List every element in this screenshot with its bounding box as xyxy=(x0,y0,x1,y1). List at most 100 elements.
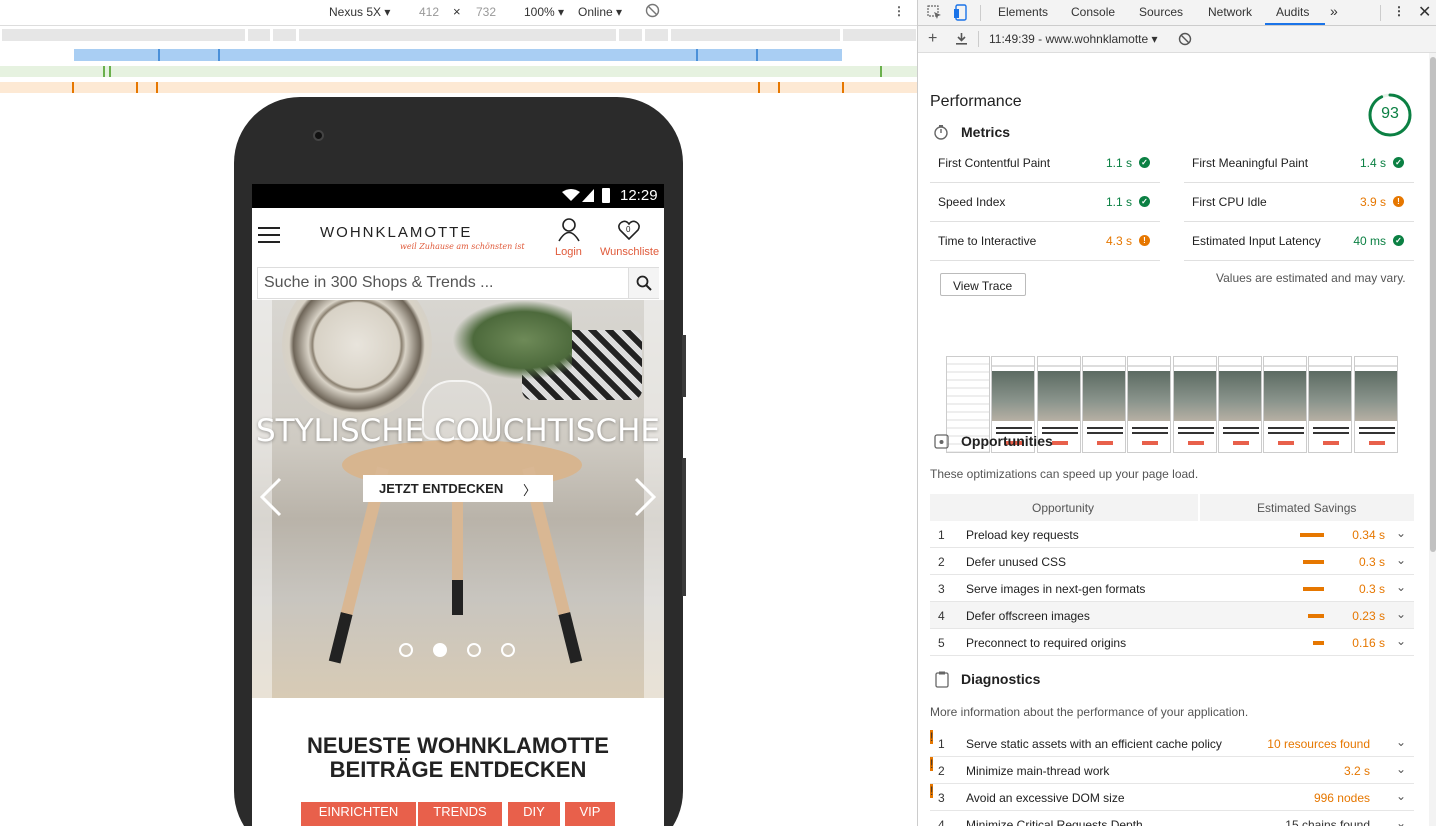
hero-cta-button[interactable]: JETZT ENTDECKEN 〉 xyxy=(363,475,553,502)
device-toggle-icon[interactable] xyxy=(953,4,967,24)
chevron-down-icon[interactable]: ⌄ xyxy=(1396,735,1406,749)
chevron-down-icon[interactable]: ⌄ xyxy=(1396,816,1406,826)
clear-icon[interactable] xyxy=(1178,32,1192,49)
chevron-down-icon[interactable]: ⌄ xyxy=(1396,634,1406,648)
divider xyxy=(840,29,843,41)
tab-sources[interactable]: Sources xyxy=(1139,5,1183,19)
scrollbar-thumb[interactable] xyxy=(1430,57,1436,552)
category-button-trends[interactable]: TRENDS xyxy=(418,802,502,826)
chevron-down-icon[interactable]: ⌄ xyxy=(1396,762,1406,776)
device-select-label: Nexus 5X xyxy=(329,5,382,19)
carousel-dot[interactable] xyxy=(501,643,515,657)
chevron-down-icon[interactable]: ⌄ xyxy=(1396,789,1406,803)
row-number: 1 xyxy=(938,737,945,751)
more-options-icon[interactable]: ⋮ xyxy=(893,4,905,18)
inspect-element-icon[interactable] xyxy=(927,5,942,23)
devtools-menu-icon[interactable]: ⋮ xyxy=(1393,4,1405,18)
user-icon[interactable] xyxy=(558,218,580,245)
diagnostic-row[interactable]: 3 Avoid an excessive DOM size 996 nodes ⌄! xyxy=(930,784,1414,811)
carousel-prev-icon[interactable] xyxy=(258,477,284,520)
device-width-input[interactable]: 412 xyxy=(419,5,439,19)
decor-plant xyxy=(452,300,572,380)
tab-elements[interactable]: Elements xyxy=(998,5,1048,19)
metric-row: First CPU Idle 3.9 s! xyxy=(1184,183,1414,222)
carousel-dot[interactable] xyxy=(399,643,413,657)
opportunity-row[interactable]: 3 Serve images in next-gen formats 0.3 s ⌄ xyxy=(930,575,1414,602)
toolbar-divider xyxy=(978,31,979,47)
category-button-vip[interactable]: VIP xyxy=(565,802,615,826)
opportunity-row[interactable]: 4 Defer offscreen images 0.23 s ⌄ xyxy=(930,602,1414,629)
tab-audits[interactable]: Audits xyxy=(1276,5,1309,19)
media-query-bars xyxy=(0,26,917,96)
view-trace-button[interactable]: View Trace xyxy=(940,273,1026,296)
device-height-input[interactable]: 732 xyxy=(476,5,496,19)
network-select[interactable]: Online ▾ xyxy=(578,5,622,19)
metric-value: 40 ms xyxy=(1353,234,1386,248)
media-bar-gray[interactable] xyxy=(2,29,916,41)
search-input[interactable]: Suche in 300 Shops & Trends ... xyxy=(264,274,493,292)
search-button[interactable] xyxy=(628,268,659,298)
metric-value: 4.3 s xyxy=(1105,234,1132,248)
category-button-diy[interactable]: DIY xyxy=(508,802,560,826)
more-tabs-icon[interactable]: » xyxy=(1330,3,1338,19)
report-select-label: 11:49:39 - www.wohnklamotte xyxy=(989,32,1149,46)
devtools-panel: Elements Console Sources Network Audits … xyxy=(917,0,1436,826)
diagnostics-icon xyxy=(934,671,950,691)
filmstrip-frame xyxy=(1353,356,1398,453)
signal-icon xyxy=(582,189,594,205)
tab-console[interactable]: Console xyxy=(1071,5,1115,19)
performance-score: 93 xyxy=(1381,105,1399,122)
scrollbar-track[interactable] xyxy=(1429,53,1436,826)
diagnostic-value: 10 resources found xyxy=(1267,737,1370,751)
diagnostics-title: Diagnostics xyxy=(961,671,1041,687)
close-icon[interactable]: ✕ xyxy=(1418,2,1431,22)
section-title-line: BEITRÄGE ENTDECKEN xyxy=(329,757,587,782)
device-select[interactable]: Nexus 5X ▾ xyxy=(329,5,390,19)
chevron-down-icon[interactable]: ⌄ xyxy=(1396,607,1406,621)
media-bar-blue[interactable] xyxy=(74,49,842,61)
download-icon[interactable] xyxy=(955,32,968,48)
tab-network[interactable]: Network xyxy=(1208,5,1252,19)
filmstrip-frame xyxy=(1308,356,1353,453)
add-audit-icon[interactable]: + xyxy=(928,30,937,48)
carousel-dot[interactable] xyxy=(433,643,447,657)
diagnostic-row[interactable]: 1 Serve static assets with an efficient c… xyxy=(930,730,1414,757)
diagnostic-row[interactable]: 2 Minimize main-thread work 3.2 s ⌄! xyxy=(930,757,1414,784)
zoom-select[interactable]: 100% ▾ xyxy=(524,5,564,19)
metric-label: First Contentful Paint xyxy=(938,156,1051,170)
diagnostics-description: More information about the performance o… xyxy=(930,705,1249,719)
filmstrip-frame xyxy=(1172,356,1217,453)
filmstrip-frame xyxy=(1217,356,1262,453)
pass-check-icon: ✓ xyxy=(1393,157,1404,168)
site-tagline: weil Zuhause am schönsten ist xyxy=(400,242,525,251)
rotate-icon[interactable] xyxy=(645,3,660,21)
col-divider xyxy=(1198,494,1200,521)
carousel-next-icon[interactable] xyxy=(632,477,658,520)
category-button-einrichten[interactable]: EINRICHTEN xyxy=(301,802,416,826)
wishlist-link[interactable]: Wunschliste xyxy=(600,246,659,258)
chevron-down-icon[interactable]: ⌄ xyxy=(1396,580,1406,594)
login-link[interactable]: Login xyxy=(555,246,582,258)
media-bar-green[interactable] xyxy=(0,66,917,77)
warning-icon: ! xyxy=(1139,235,1150,246)
opportunity-row[interactable]: 1 Preload key requests 0.34 s ⌄ xyxy=(930,521,1414,548)
metric-value: 1.4 s xyxy=(1359,156,1386,170)
hamburger-menu-icon[interactable] xyxy=(258,226,280,247)
diagnostic-value: 996 nodes xyxy=(1313,791,1370,805)
metric-label: Estimated Input Latency xyxy=(1192,234,1321,248)
opportunity-row[interactable]: 2 Defer unused CSS 0.3 s ⌄ xyxy=(930,548,1414,575)
diagnostic-row[interactable]: 4 Minimize Critical Requests Depth 15 chai… xyxy=(930,811,1414,826)
opportunities-title: Opportunities xyxy=(961,433,1053,449)
site-header: WOHNKLAMOTTE weil Zuhause am schönsten i… xyxy=(252,208,664,264)
performance-score-gauge[interactable]: 93 xyxy=(1367,92,1413,138)
opportunity-row[interactable]: 5 Preconnect to required origins 0.16 s ⌄ xyxy=(930,629,1414,656)
site-logo[interactable]: WOHNKLAMOTTE xyxy=(320,224,472,241)
chevron-down-icon[interactable]: ⌄ xyxy=(1396,553,1406,567)
report-select[interactable]: 11:49:39 - www.wohnklamotte ▾ xyxy=(989,32,1158,46)
view-trace-label: View Trace xyxy=(953,279,1013,293)
tick xyxy=(218,49,220,61)
chevron-down-icon[interactable]: ⌄ xyxy=(1396,526,1406,540)
carousel-dot[interactable] xyxy=(467,643,481,657)
filmstrip-frame xyxy=(1081,356,1126,453)
opportunity-label: Serve images in next-gen formats xyxy=(966,582,1146,596)
